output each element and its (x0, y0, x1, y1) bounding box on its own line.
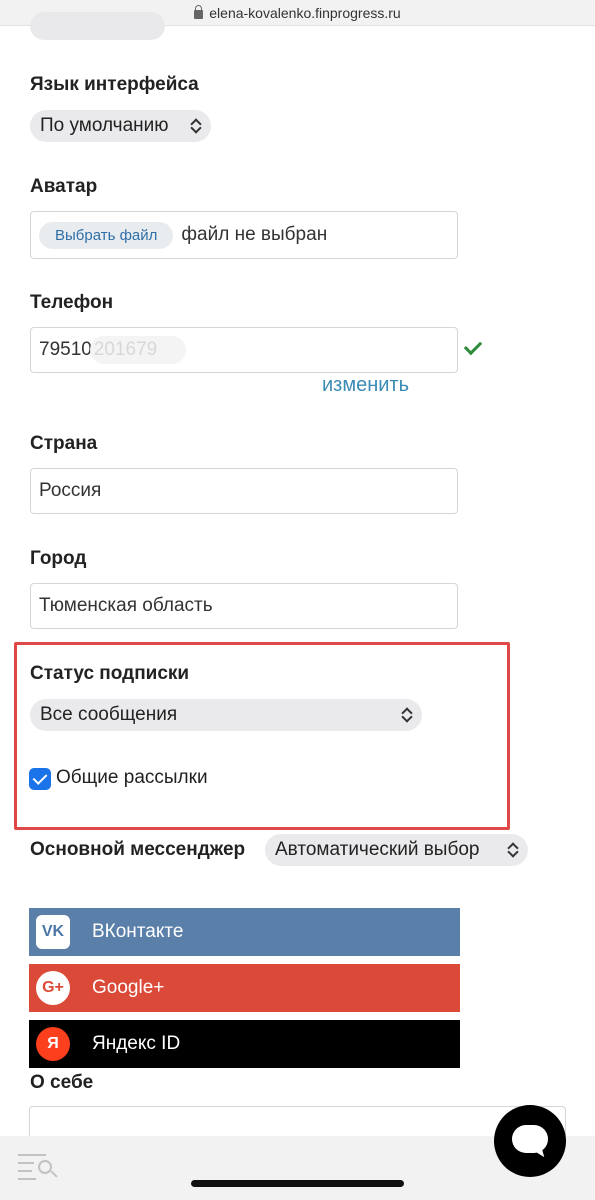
country-label: Страна (30, 433, 98, 454)
google-plus-login-button[interactable]: G+ Google+ (29, 964, 460, 1012)
country-field[interactable]: Россия (30, 468, 458, 514)
file-status-text: файл не выбран (181, 224, 328, 245)
updown-chevron-icon (191, 118, 201, 134)
about-label: О себе (30, 1072, 94, 1093)
url-text: elena-kovalenko.finprogress.ru (209, 4, 401, 21)
choose-file-button[interactable]: Выбрать файл (39, 221, 174, 249)
subscription-select-value: Все сообщения (40, 704, 178, 725)
city-value: Тюменская область (39, 595, 213, 616)
newsletter-checkbox[interactable] (29, 768, 51, 790)
yandex-id-login-label: Яндекс ID (92, 1033, 181, 1054)
messenger-label: Основной мессенджер (30, 839, 246, 860)
subscription-label: Статус подписки (30, 663, 190, 684)
vk-login-label: ВКонтакте (92, 921, 184, 942)
vk-icon: VK (36, 915, 70, 949)
lock-icon (194, 5, 204, 19)
vk-login-button[interactable]: VK ВКонтакте (29, 908, 460, 956)
subscription-select[interactable]: Все сообщения (30, 699, 422, 731)
verified-check-icon (462, 338, 482, 358)
messenger-select-value: Автоматический выбор (275, 839, 480, 860)
language-select-value: По умолчанию (40, 115, 169, 136)
phone-field[interactable]: 79510 201679 (30, 327, 458, 373)
google-plus-icon: G+ (36, 971, 70, 1005)
language-label: Язык интерфейса (30, 74, 199, 95)
updown-chevron-icon (402, 707, 412, 723)
country-value: Россия (39, 480, 102, 501)
language-select[interactable]: По умолчанию (30, 110, 211, 142)
city-label: Город (30, 548, 87, 569)
home-indicator (191, 1180, 404, 1187)
search-list-icon[interactable] (18, 1152, 60, 1182)
city-field[interactable]: Тюменская область (30, 583, 458, 629)
phone-value-visible: 79510 (39, 339, 92, 360)
avatar-label: Аватар (30, 176, 98, 197)
chat-button[interactable] (494, 1105, 566, 1177)
updown-chevron-icon (508, 842, 518, 858)
avatar-file-input[interactable]: Выбрать файл файл не выбран (30, 211, 458, 259)
phone-label: Телефон (30, 292, 114, 313)
phone-value-blurred: 201679 (89, 336, 186, 364)
messenger-select[interactable]: Автоматический выбор (265, 834, 528, 866)
yandex-icon: Я (36, 1027, 70, 1061)
change-phone-link[interactable]: изменить (322, 374, 409, 397)
google-plus-login-label: Google+ (92, 977, 165, 998)
partial-select[interactable] (30, 12, 165, 40)
newsletter-label: Общие рассылки (56, 767, 208, 788)
yandex-id-login-button[interactable]: Я Яндекс ID (29, 1020, 460, 1068)
